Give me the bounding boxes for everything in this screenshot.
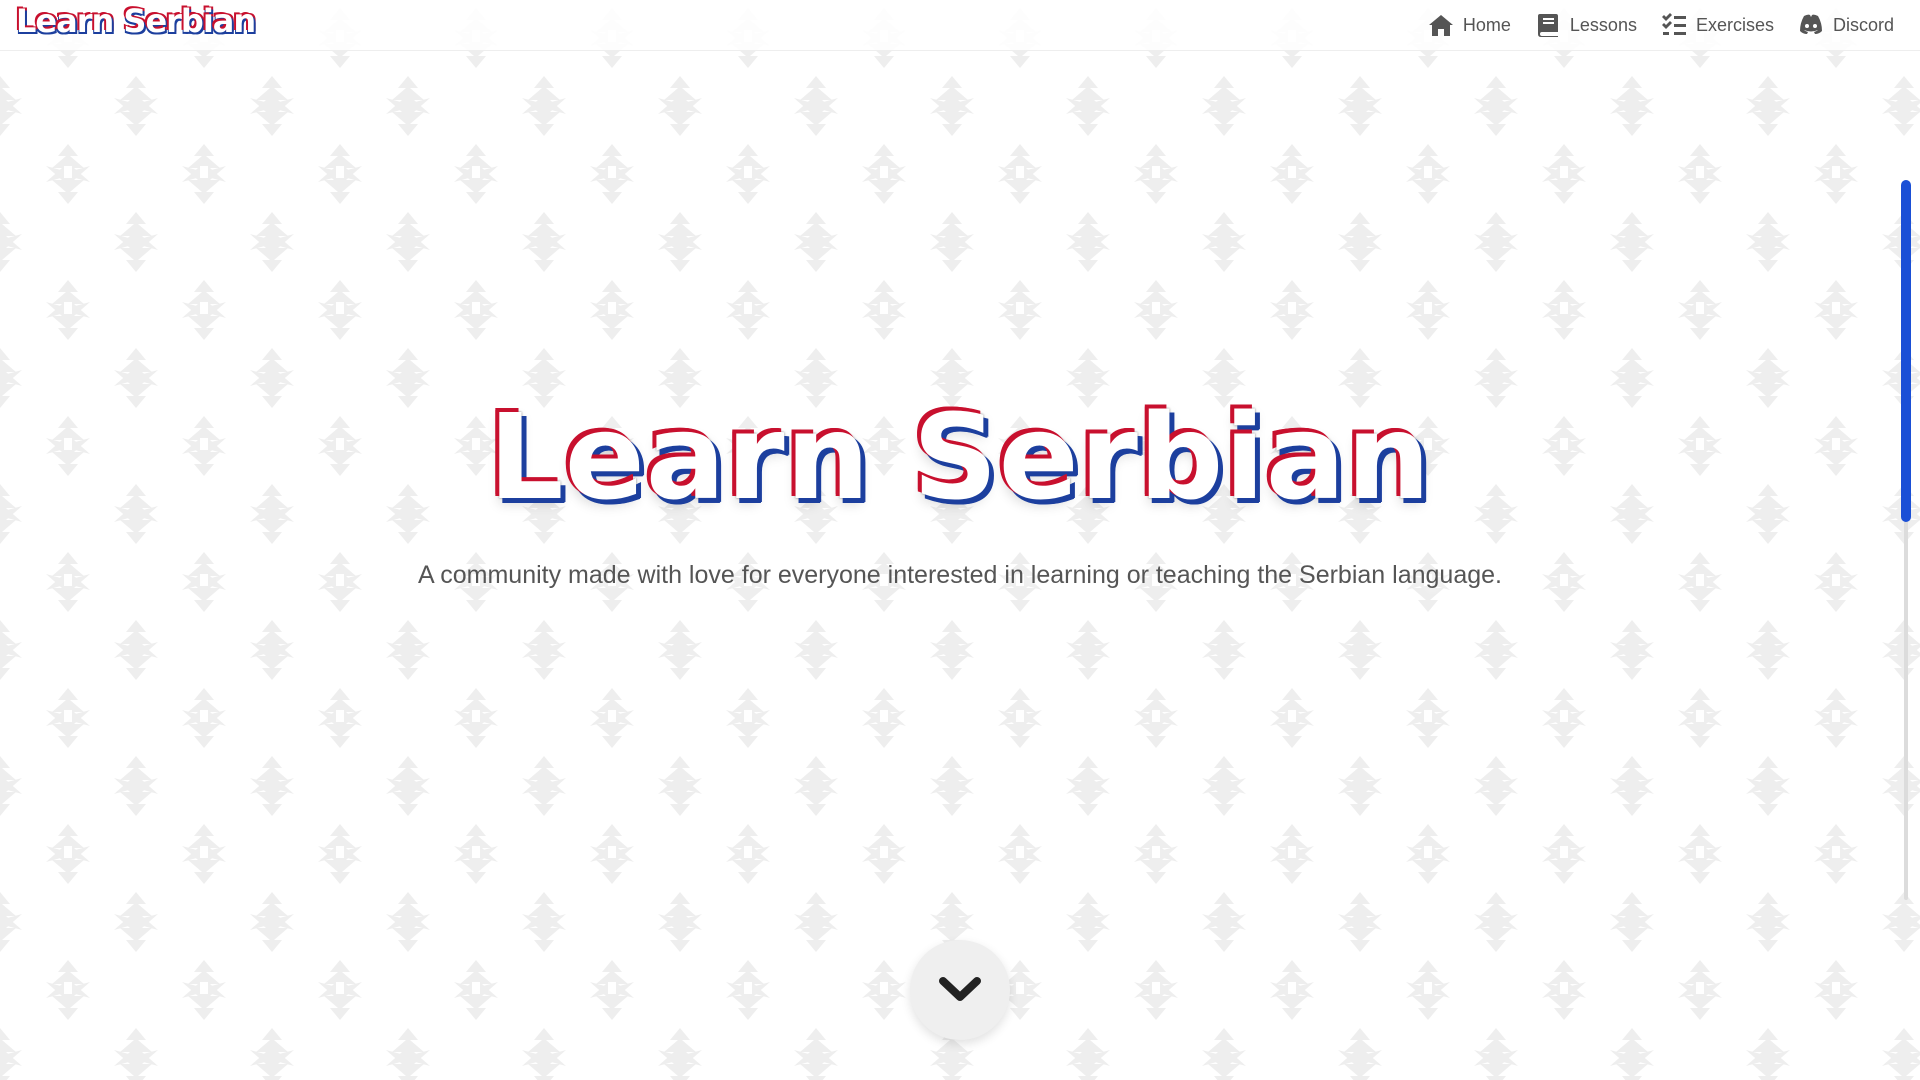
checklist-icon (1661, 13, 1686, 35)
home-icon (1428, 15, 1453, 36)
hero-section: Learn Serbian A community made with love… (0, 0, 1920, 1080)
book-icon (1537, 14, 1558, 37)
nav-link-exercises[interactable]: Exercises (1661, 13, 1774, 37)
chevron-down-icon (939, 977, 981, 1001)
page-scrollbar[interactable] (1901, 180, 1911, 900)
scrollbar-thumb[interactable] (1901, 180, 1911, 522)
nav-link-discord-label: Discord (1832, 14, 1894, 35)
nav-links: Home Lessons Exercises Discord (1428, 0, 1894, 50)
nav-link-home-label: Home (1462, 14, 1511, 35)
discord-icon (1799, 14, 1822, 34)
page: Learn Serbian Home Lessons Exercises Dis… (0, 0, 1920, 1080)
nav-link-lessons[interactable]: Lessons (1535, 13, 1637, 37)
navbar: Learn Serbian Home Lessons Exercises Dis… (0, 0, 1920, 51)
nav-link-lessons-label: Lessons (1569, 14, 1637, 35)
scroll-down-button[interactable] (910, 940, 1010, 1040)
hero-subtitle: A community made with love for everyone … (418, 561, 1502, 589)
nav-link-home[interactable]: Home (1428, 13, 1511, 37)
nav-link-discord[interactable]: Discord (1798, 13, 1894, 37)
hero-title: Learn Serbian (488, 388, 1432, 526)
nav-link-exercises-label: Exercises (1695, 14, 1774, 35)
brand-logo-link[interactable]: Learn Serbian (16, 2, 256, 40)
